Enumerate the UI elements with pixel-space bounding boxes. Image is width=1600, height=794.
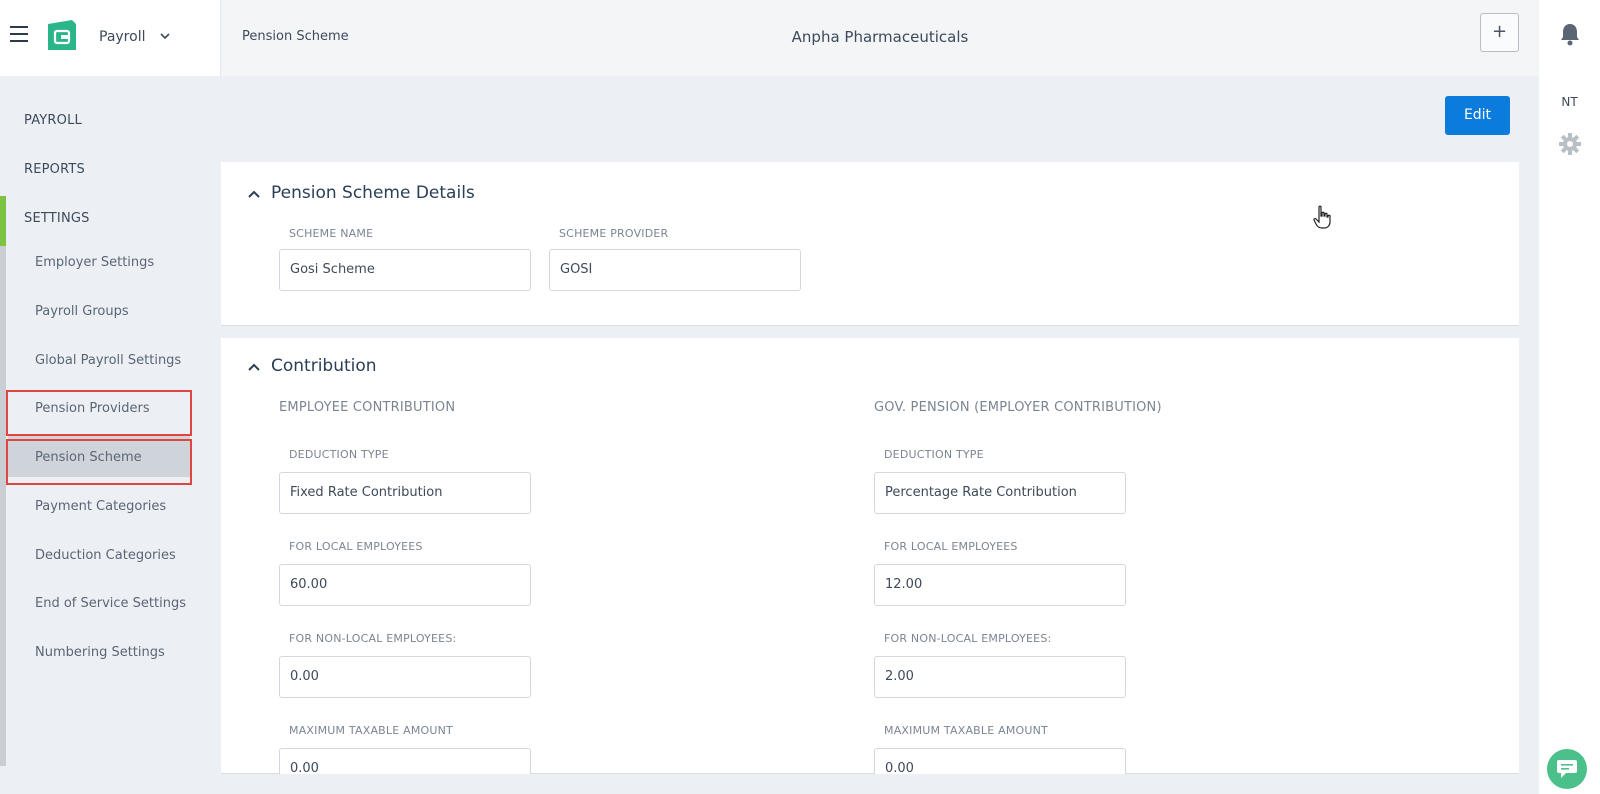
app-name[interactable]: Payroll — [99, 29, 145, 45]
employee-local-field[interactable]: 60.00 — [279, 564, 531, 606]
scheme-provider-field[interactable]: GOSI — [549, 249, 801, 291]
sidebar-item-numbering-settings[interactable]: Numbering Settings — [35, 645, 165, 660]
right-rail: NT — [1539, 76, 1600, 794]
nav-payroll[interactable]: PAYROLL — [24, 113, 82, 128]
employer-contribution-heading: GOV. PENSION (EMPLOYER CONTRIBUTION) — [874, 400, 1162, 415]
employer-local-field[interactable]: 12.00 — [874, 564, 1126, 606]
nav-settings[interactable]: SETTINGS — [24, 211, 90, 226]
employer-nonlocal-field[interactable]: 2.00 — [874, 656, 1126, 698]
employee-nonlocal-label: FOR NON-LOCAL EMPLOYEES: — [289, 632, 457, 645]
card-title-details[interactable]: Pension Scheme Details — [271, 183, 475, 203]
employee-contribution-heading: EMPLOYEE CONTRIBUTION — [279, 400, 456, 415]
settings-subnav-line — [0, 246, 6, 766]
employer-nonlocal-label: FOR NON-LOCAL EMPLOYEES: — [884, 632, 1052, 645]
contribution-card: Contribution EMPLOYEE CONTRIBUTION DEDUC… — [221, 338, 1519, 776]
employee-local-label: FOR LOCAL EMPLOYEES — [289, 540, 423, 553]
notifications-area — [1539, 0, 1600, 76]
sidebar-item-end-of-service-settings[interactable]: End of Service Settings — [35, 596, 186, 611]
sidebar-item-employer-settings[interactable]: Employer Settings — [35, 255, 154, 270]
employer-local-label: FOR LOCAL EMPLOYEES — [884, 540, 1018, 553]
edit-button[interactable]: Edit — [1445, 96, 1510, 135]
sidebar: PAYROLL REPORTS SETTINGS Employer Settin… — [0, 76, 221, 794]
sidebar-item-payment-categories[interactable]: Payment Categories — [35, 499, 166, 514]
hamburger-menu-icon[interactable] — [10, 26, 28, 42]
hand-cursor-icon — [1313, 205, 1331, 229]
sidebar-item-payroll-groups[interactable]: Payroll Groups — [35, 304, 129, 319]
employee-deduction-type-field[interactable]: Fixed Rate Contribution — [279, 472, 531, 514]
settings-active-indicator — [0, 196, 6, 246]
gear-icon[interactable] — [1559, 133, 1581, 155]
chevron-up-icon[interactable] — [247, 187, 261, 201]
header-bar: Pension Scheme Anpha Pharmaceuticals + — [221, 0, 1539, 76]
employer-deduction-type-field[interactable]: Percentage Rate Contribution — [874, 472, 1126, 514]
scheme-name-label: SCHEME NAME — [289, 227, 374, 240]
employee-max-label: MAXIMUM TAXABLE AMOUNT — [289, 724, 453, 737]
employee-deduction-type-label: DEDUCTION TYPE — [289, 448, 389, 461]
nav-reports[interactable]: REPORTS — [24, 162, 85, 177]
highlight-pension-providers — [6, 390, 192, 436]
payroll-logo-icon — [48, 20, 76, 50]
highlight-pension-scheme — [6, 439, 192, 485]
company-name: Anpha Pharmaceuticals — [791, 28, 969, 46]
sidebar-item-global-payroll-settings[interactable]: Global Payroll Settings — [35, 353, 181, 368]
chevron-down-icon[interactable] — [158, 29, 172, 43]
employer-deduction-type-label: DEDUCTION TYPE — [884, 448, 984, 461]
chat-bubble-icon — [1557, 760, 1577, 778]
employer-max-field[interactable]: 0.00 — [874, 748, 1126, 776]
bell-icon[interactable] — [1559, 22, 1581, 46]
pension-scheme-details-card: Pension Scheme Details SCHEME NAME Gosi … — [221, 162, 1519, 326]
scheme-provider-label: SCHEME PROVIDER — [559, 227, 669, 240]
employer-max-label: MAXIMUM TAXABLE AMOUNT — [884, 724, 1048, 737]
chat-button[interactable] — [1547, 749, 1587, 789]
top-bar: Payroll Pension Scheme Anpha Pharmaceuti… — [0, 0, 1600, 76]
app-switcher-area: Payroll — [0, 0, 221, 76]
chevron-up-icon[interactable] — [247, 360, 261, 374]
employee-nonlocal-field[interactable]: 0.00 — [279, 656, 531, 698]
scheme-name-field[interactable]: Gosi Scheme — [279, 249, 531, 291]
user-avatar[interactable]: NT — [1539, 95, 1600, 109]
employee-max-field[interactable]: 0.00 — [279, 748, 531, 776]
add-button[interactable]: + — [1480, 13, 1519, 52]
card-title-contribution[interactable]: Contribution — [271, 356, 377, 376]
sidebar-item-deduction-categories[interactable]: Deduction Categories — [35, 548, 176, 563]
